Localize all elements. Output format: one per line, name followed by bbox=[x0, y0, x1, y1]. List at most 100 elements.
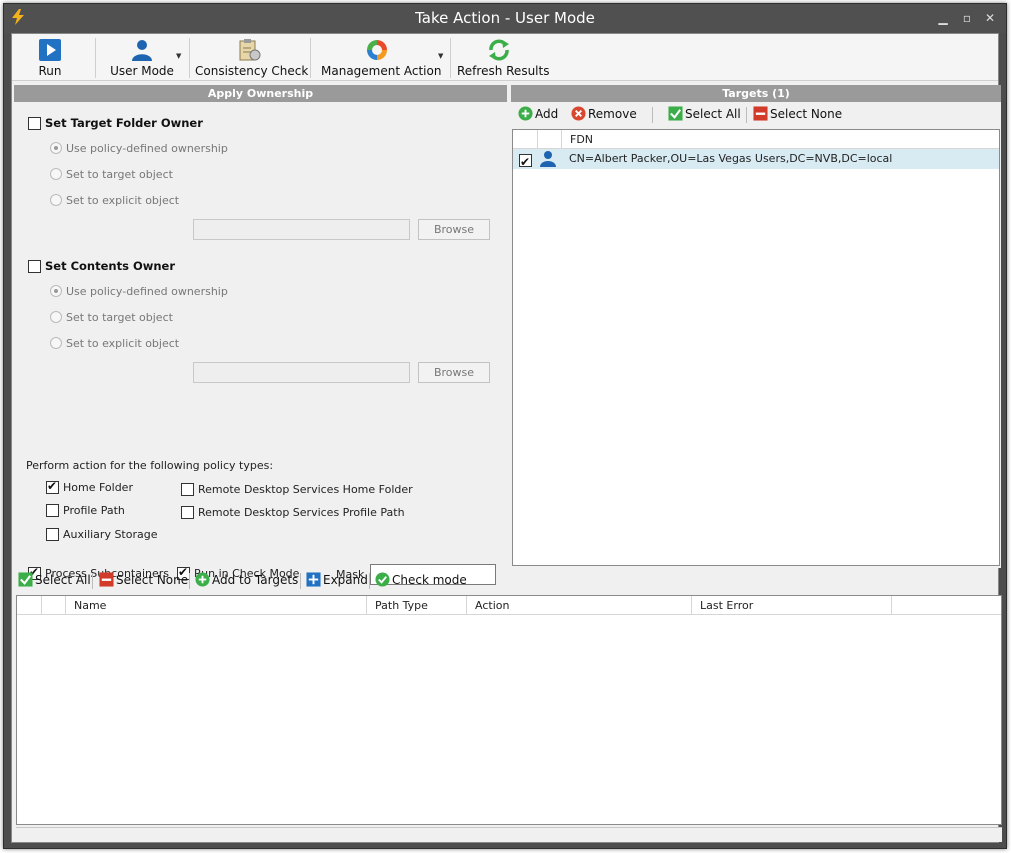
maximize-icon[interactable]: ▫ bbox=[959, 10, 975, 26]
contents-owner-check[interactable] bbox=[28, 259, 41, 273]
clipboard-check-icon bbox=[239, 39, 261, 61]
policy-auxiliary-storage-checkbox[interactable]: Auxiliary Storage bbox=[46, 527, 157, 541]
radio-co-policy-defined[interactable]: Use policy-defined ownership bbox=[50, 284, 228, 298]
toolbar-separator bbox=[189, 38, 190, 78]
radio-tfo-explicit-object[interactable]: Set to explicit object bbox=[50, 193, 179, 207]
target-folder-owner-label: Set Target Folder Owner bbox=[45, 116, 203, 130]
checkbox[interactable] bbox=[181, 505, 194, 519]
close-icon[interactable]: ✕ bbox=[982, 10, 998, 26]
radio-label: Set to explicit object bbox=[66, 336, 180, 350]
toolbar-separator bbox=[300, 573, 301, 589]
check-circle-icon bbox=[375, 572, 390, 587]
user-mode-button[interactable]: User Mode bbox=[106, 36, 178, 79]
results-grid-header: Name Path Type Action Last Error bbox=[17, 596, 1001, 615]
policy-rds-profile-path-checkbox[interactable]: Remote Desktop Services Profile Path bbox=[181, 505, 405, 519]
management-action-button[interactable]: Management Action bbox=[321, 36, 441, 79]
targets-grid: FDN CN=Albert Packer,OU=Las Vegas Users,… bbox=[512, 129, 1000, 566]
toolbar-separator bbox=[189, 573, 190, 589]
select-none-label: Select None bbox=[770, 106, 843, 121]
radio-co-target-object[interactable]: Set to target object bbox=[50, 310, 173, 324]
client-area: Run User Mode ▼ Consistency Check Manage… bbox=[11, 33, 1002, 843]
window-title: Take Action - User Mode bbox=[415, 9, 595, 27]
radio-tfo-target-object[interactable]: Set to target object bbox=[50, 167, 173, 181]
remove-circle-icon bbox=[571, 106, 586, 121]
grid-header-name[interactable]: Name bbox=[66, 596, 367, 615]
check-mode-button[interactable]: Check mode bbox=[375, 572, 467, 590]
row-fdn: CN=Albert Packer,OU=Las Vegas Users,DC=N… bbox=[569, 152, 893, 165]
set-target-folder-owner-checkbox[interactable]: Set Target Folder Owner bbox=[28, 116, 203, 130]
cycle-icon bbox=[367, 40, 387, 60]
targets-select-all-button[interactable]: Select All bbox=[668, 106, 741, 124]
co-explicit-object-input[interactable] bbox=[193, 362, 410, 383]
main-toolbar: Run User Mode ▼ Consistency Check Manage… bbox=[12, 34, 998, 81]
radio-co-explicit-object[interactable]: Set to explicit object bbox=[50, 336, 179, 350]
plus-box-icon bbox=[306, 572, 321, 587]
checkbox-label: Remote Desktop Services Profile Path bbox=[198, 505, 405, 519]
tfo-browse-button[interactable]: Browse bbox=[418, 219, 490, 240]
grid-header-fdn[interactable]: FDN bbox=[562, 130, 1000, 149]
apply-ownership-panel: Set Target Folder Owner Use policy-defin… bbox=[14, 102, 507, 585]
tfo-explicit-object-input[interactable] bbox=[193, 219, 410, 240]
checkbox[interactable] bbox=[46, 503, 59, 517]
grid-header-icon bbox=[538, 130, 562, 149]
targets-select-none-button[interactable]: Select None bbox=[753, 106, 842, 124]
co-browse-button[interactable]: Browse bbox=[418, 362, 490, 383]
set-contents-owner-checkbox[interactable]: Set Contents Owner bbox=[28, 259, 175, 273]
user-icon bbox=[540, 151, 556, 167]
run-label: Run bbox=[38, 64, 62, 78]
checkbox[interactable] bbox=[181, 482, 194, 496]
radio-button[interactable] bbox=[50, 285, 62, 297]
checkbox-label: Remote Desktop Services Home Folder bbox=[198, 482, 413, 496]
targets-header: Targets (1) bbox=[511, 85, 1001, 102]
checkbox-label: Profile Path bbox=[63, 503, 125, 517]
consistency-check-label: Consistency Check bbox=[195, 64, 309, 78]
results-select-all-button[interactable]: Select All bbox=[18, 572, 91, 590]
radio-button[interactable] bbox=[50, 337, 62, 349]
row-checkbox[interactable] bbox=[519, 150, 532, 172]
target-folder-owner-check[interactable] bbox=[28, 116, 41, 130]
toolbar-separator bbox=[450, 38, 451, 78]
run-button[interactable]: Run bbox=[26, 36, 74, 79]
grid-header-path-type[interactable]: Path Type bbox=[367, 596, 467, 615]
radio-button[interactable] bbox=[50, 168, 62, 180]
results-select-none-button[interactable]: Select None bbox=[99, 572, 188, 590]
check-box-icon bbox=[668, 106, 683, 121]
row-user-icon-cell bbox=[540, 149, 556, 169]
refresh-icon bbox=[489, 39, 509, 61]
user-mode-dropdown-arrow-icon[interactable]: ▼ bbox=[176, 52, 181, 60]
remove-target-button[interactable]: Remove bbox=[571, 106, 637, 124]
expand-label: Expand bbox=[323, 572, 368, 587]
user-mode-label: User Mode bbox=[110, 64, 174, 78]
policy-home-folder-checkbox[interactable]: Home Folder bbox=[46, 479, 133, 494]
policy-rds-home-folder-checkbox[interactable]: Remote Desktop Services Home Folder bbox=[181, 482, 413, 496]
table-row[interactable]: CN=Albert Packer,OU=Las Vegas Users,DC=N… bbox=[513, 149, 999, 172]
radio-label: Set to target object bbox=[66, 167, 173, 181]
toolbar-separator bbox=[92, 573, 93, 589]
checkbox[interactable] bbox=[46, 527, 59, 541]
radio-button[interactable] bbox=[50, 311, 62, 323]
targets-panel: Add Remove Select All Select None FDN ✔ … bbox=[511, 102, 1001, 568]
radio-button[interactable] bbox=[50, 142, 62, 154]
radio-button[interactable] bbox=[50, 194, 62, 206]
refresh-results-button[interactable]: Refresh Results bbox=[457, 36, 549, 79]
add-to-targets-button[interactable]: Add to Targets bbox=[195, 572, 298, 590]
remove-label: Remove bbox=[588, 106, 637, 121]
contents-owner-label: Set Contents Owner bbox=[45, 259, 175, 273]
toolbar-separator bbox=[310, 38, 311, 78]
radio-tfo-policy-defined[interactable]: Use policy-defined ownership bbox=[50, 141, 228, 155]
grid-header-last-error[interactable]: Last Error bbox=[692, 596, 892, 615]
add-label: Add bbox=[535, 106, 559, 121]
checkbox[interactable] bbox=[519, 152, 532, 172]
management-action-dropdown-arrow-icon[interactable]: ▼ bbox=[438, 52, 443, 60]
main-window: Take Action - User Mode ▁ ▫ ✕ Run User M… bbox=[3, 3, 1007, 849]
status-bar bbox=[16, 827, 1002, 842]
policy-profile-path-checkbox[interactable]: Profile Path bbox=[46, 503, 125, 517]
check-mode-label: Check mode bbox=[392, 572, 467, 587]
checkbox[interactable] bbox=[46, 479, 59, 494]
minimize-icon[interactable]: ▁ bbox=[935, 10, 951, 26]
grid-header-action[interactable]: Action bbox=[467, 596, 692, 615]
expand-button[interactable]: Expand bbox=[306, 572, 368, 590]
minus-box-icon bbox=[753, 106, 768, 121]
add-target-button[interactable]: Add bbox=[518, 106, 558, 124]
consistency-check-button[interactable]: Consistency Check bbox=[195, 36, 309, 79]
